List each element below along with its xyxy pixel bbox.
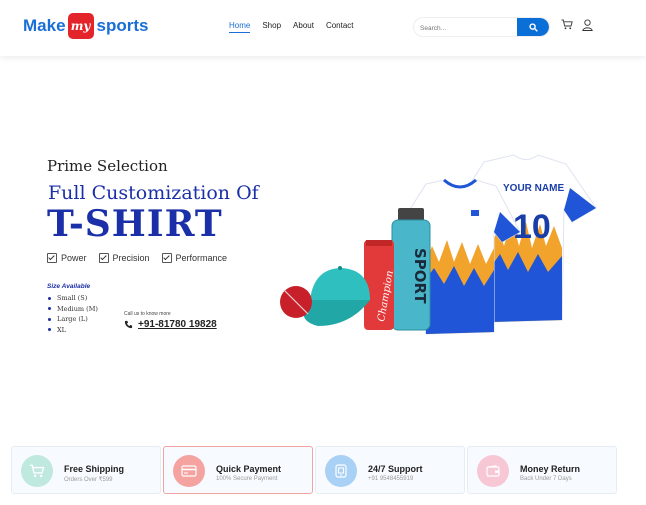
brand-logo[interactable]: Make my sports — [23, 12, 149, 40]
phone-icon — [335, 464, 347, 478]
service-icon-bg — [477, 455, 509, 487]
nav-about[interactable]: About — [293, 21, 314, 33]
phone-number: +91-81780 19828 — [138, 319, 217, 330]
jersey-number-text: 10 — [513, 208, 551, 246]
search-icon — [528, 22, 538, 32]
call-label: Call us to know more — [124, 311, 171, 317]
product-illustration: YOUR NAME 10 SPORT Champion — [280, 154, 597, 335]
logo-my-badge: my — [67, 13, 94, 39]
feature-precision: Precision — [98, 253, 150, 263]
nav-shop[interactable]: Shop — [262, 21, 281, 33]
feature-label: Precision — [112, 253, 150, 263]
service-card-support[interactable]: 24/7 Support +91 9548455919 — [315, 446, 465, 494]
service-icon-bg — [21, 455, 53, 487]
bottle-text: SPORT — [411, 248, 429, 304]
size-list: Small (S) Medium (M) Large (L) XL — [48, 294, 98, 336]
hero-product-title: T-SHIRT — [47, 203, 223, 245]
service-title: 24/7 Support — [368, 464, 423, 474]
service-card-free-shipping[interactable]: Free Shipping Orders Over ₹599 — [11, 446, 161, 494]
can-image: Champion — [364, 240, 396, 330]
size-item: Medium (M) — [48, 305, 98, 313]
search-button[interactable] — [517, 18, 549, 36]
feature-label: Power — [61, 253, 87, 263]
feature-performance: Performance — [161, 253, 228, 263]
feature-list: Power Precision Performance — [47, 253, 227, 263]
site-header: Make my sports Home Shop About Contact — [0, 0, 646, 56]
service-subtitle: +91 9548455919 — [368, 476, 414, 482]
check-icon — [47, 253, 57, 263]
cricket-ball-image — [280, 286, 312, 318]
phone-contact[interactable]: +91-81780 19828 — [124, 319, 217, 330]
service-cards: Free Shipping Orders Over ₹599 Quick Pay… — [11, 446, 617, 494]
service-title: Free Shipping — [64, 464, 125, 474]
check-icon — [98, 253, 109, 263]
hero-kicker: Prime Selection — [47, 157, 168, 175]
wallet-icon — [486, 465, 500, 477]
check-icon — [161, 253, 172, 263]
feature-power: Power — [47, 253, 87, 263]
size-item: Small (S) — [48, 294, 98, 302]
feature-label: Performance — [175, 253, 228, 263]
service-title: Money Return — [520, 464, 581, 474]
nav-contact[interactable]: Contact — [326, 21, 354, 33]
cart-icon — [30, 464, 45, 478]
service-subtitle: Back Under 7 Days — [520, 476, 572, 482]
service-subtitle: Orders Over ₹599 — [64, 477, 113, 483]
service-icon-bg — [325, 455, 357, 487]
logo-make-text: Make — [23, 16, 66, 35]
hero-headline: Full Customization Of — [48, 182, 259, 204]
nav-home[interactable]: Home — [229, 21, 251, 33]
size-item: Large (L) — [48, 315, 98, 323]
size-item: XL — [48, 326, 98, 334]
service-title: Quick Payment — [216, 464, 282, 474]
bottle-image: SPORT — [391, 208, 431, 331]
user-icon[interactable] — [582, 19, 593, 31]
service-card-money-return[interactable]: Money Return Back Under 7 Days — [467, 446, 617, 494]
card-icon — [181, 465, 197, 477]
main-nav: Home Shop About Contact — [229, 21, 366, 33]
search-input[interactable] — [418, 18, 518, 36]
cap-image — [303, 266, 370, 326]
service-subtitle: 100% Secure Payment — [216, 476, 278, 482]
search-bar — [414, 18, 549, 36]
logo-sports-text: sports — [96, 16, 149, 35]
service-card-quick-payment[interactable]: Quick Payment 100% Secure Payment — [163, 446, 313, 494]
size-title: Size Available — [47, 283, 91, 290]
phone-icon — [124, 320, 133, 329]
service-icon-bg — [173, 455, 205, 487]
jersey-name-text: YOUR NAME — [503, 183, 564, 194]
cart-icon[interactable] — [561, 19, 573, 30]
